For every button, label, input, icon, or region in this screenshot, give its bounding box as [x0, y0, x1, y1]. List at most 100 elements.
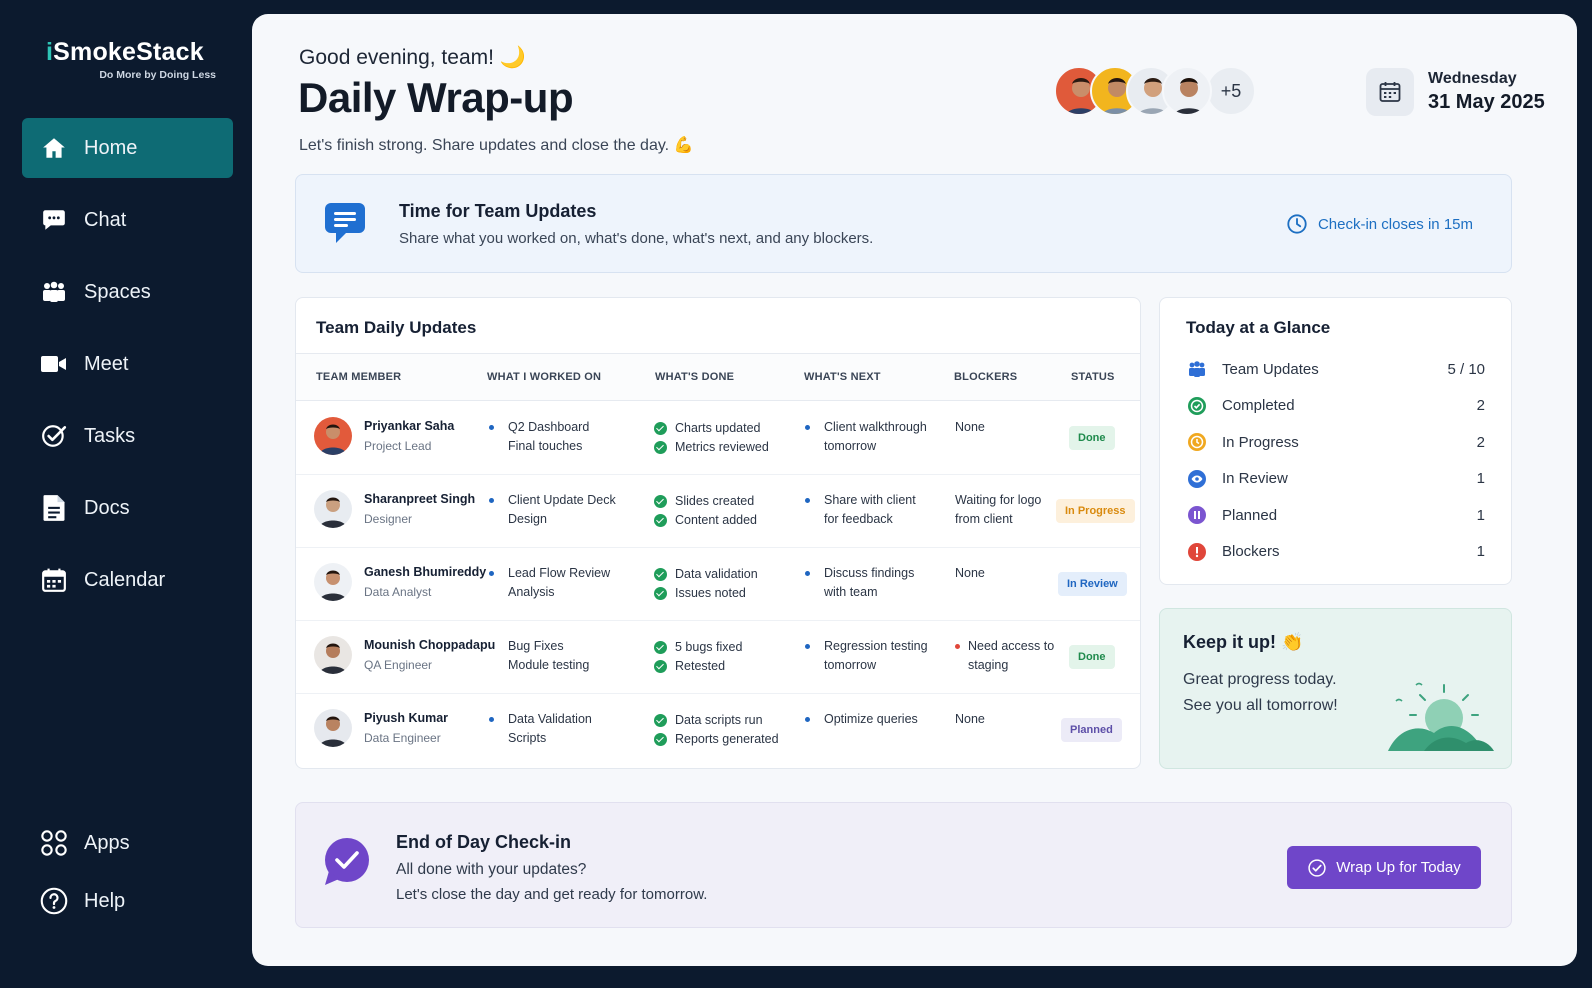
- cell-text: Analysis: [508, 585, 555, 599]
- sidebar-item-chat[interactable]: Chat: [22, 190, 233, 250]
- cell-text: None: [955, 566, 985, 580]
- blocker-dot: [955, 644, 960, 649]
- cell-text: Waiting for logo: [955, 493, 1042, 507]
- check-icon: [654, 422, 667, 435]
- date-value: 31 May 2025: [1428, 91, 1545, 113]
- cell-line: Design: [489, 510, 616, 529]
- cell-text: None: [955, 420, 985, 434]
- glance-value: 1: [1476, 470, 1485, 487]
- card-title: Keep it up! 👏: [1183, 632, 1304, 652]
- cell-line: Charts updated: [654, 419, 769, 438]
- table-row[interactable]: Sharanpreet Singh Designer Client Update…: [296, 475, 1140, 548]
- cell-line: Final touches: [489, 437, 589, 456]
- next-cell: Client walkthrough tomorrow: [805, 418, 927, 456]
- glance-item[interactable]: Completed 2: [1187, 395, 1485, 417]
- more-members-count[interactable]: +5: [1206, 66, 1256, 116]
- eye-icon: [1187, 469, 1207, 489]
- cell-line: Bug Fixes: [489, 637, 589, 656]
- message-icon: [322, 199, 370, 252]
- brand-name: iSmokeStack: [46, 38, 204, 66]
- cell-text: Content added: [675, 513, 758, 527]
- cell-text: None: [955, 712, 985, 726]
- keep-it-up-card: Keep it up! 👏 Great progress today. See …: [1159, 608, 1512, 769]
- next-cell: Regression testing tomorrow: [805, 637, 928, 675]
- cell-text: for feedback: [824, 512, 893, 526]
- member-name: Priyankar Saha: [364, 419, 455, 433]
- checkin-deadline: Check-in closes in 15m: [1286, 213, 1473, 235]
- end-of-day-checkin: End of Day Check-in All done with your u…: [295, 802, 1512, 928]
- main-panel: Good evening, team! 🌙 Daily Wrap-up Let'…: [252, 14, 1577, 966]
- bullet-dot: [489, 571, 494, 576]
- glance-item[interactable]: Blockers 1: [1187, 541, 1485, 563]
- bullet-dot: [805, 644, 810, 649]
- sidebar-item-help[interactable]: Help: [22, 876, 233, 926]
- glance-value: 2: [1476, 433, 1485, 451]
- sidebar-item-label: Help: [84, 889, 126, 912]
- cell-line: Data Validation: [489, 710, 592, 729]
- date-weekday: Wednesday: [1428, 70, 1517, 87]
- sidebar-item-meet[interactable]: Meet: [22, 334, 233, 394]
- table-row[interactable]: Mounish Choppadapu QA Engineer Bug Fixes…: [296, 621, 1140, 694]
- cell-text: Data Validation: [508, 712, 592, 726]
- table-header: TEAM MEMBER WHAT I WORKED ON WHAT'S DONE…: [296, 353, 1140, 401]
- cell-text: Module testing: [508, 658, 590, 672]
- greeting: Good evening, team! 🌙: [299, 46, 526, 69]
- glance-label: Blockers: [1222, 543, 1280, 560]
- cell-line: Data scripts run: [654, 711, 779, 730]
- cell-text: 5 bugs fixed: [675, 640, 743, 654]
- wrap-up-button[interactable]: Wrap Up for Today: [1287, 846, 1481, 889]
- column-header: WHAT'S NEXT: [804, 371, 881, 383]
- bullet-dot: [805, 425, 810, 430]
- column-header: STATUS: [1071, 371, 1115, 383]
- worked-on-cell: Bug Fixes Module testing: [489, 637, 589, 675]
- sidebar-item-home[interactable]: Home: [22, 118, 233, 178]
- card-title: Today at a Glance: [1186, 318, 1331, 337]
- sidebar-item-calendar[interactable]: Calendar: [22, 550, 233, 610]
- glance-item[interactable]: Planned 1: [1187, 504, 1485, 526]
- glance-value: 2: [1476, 397, 1485, 414]
- sidebar-item-spaces[interactable]: Spaces: [22, 262, 233, 322]
- cell-line: Q2 Dashboard: [489, 418, 589, 437]
- table-row[interactable]: Ganesh Bhumireddy Data Analyst Lead Flow…: [296, 548, 1140, 621]
- apps-grid-icon: [40, 829, 68, 857]
- cell-text: Need access to: [968, 639, 1055, 653]
- glance-item[interactable]: In Progress 2: [1187, 431, 1485, 453]
- cell-line: tomorrow: [805, 437, 927, 456]
- member-role: Designer: [364, 512, 413, 526]
- worked-on-cell: Lead Flow Review Analysis: [489, 564, 610, 602]
- check-icon: [654, 568, 667, 581]
- cell-line: None: [955, 710, 1055, 729]
- page-title: Daily Wrap-up: [298, 74, 574, 121]
- glance-label: Team Updates: [1222, 360, 1319, 378]
- done-cell: Data scripts run Reports generated: [654, 711, 779, 749]
- cell-text: Reports generated: [675, 732, 779, 746]
- glance-item[interactable]: In Review 1: [1187, 468, 1485, 490]
- bullet-dot: [489, 425, 494, 430]
- team-member-cell: Ganesh Bhumireddy Data Analyst: [314, 563, 486, 602]
- clock-icon: [1187, 432, 1207, 452]
- cell-text: Data validation: [675, 567, 758, 581]
- cell-text: Share with client: [824, 493, 916, 507]
- cell-text: Client walkthrough: [824, 420, 927, 434]
- table-row[interactable]: Priyankar Saha Project Lead Q2 Dashboard…: [296, 402, 1140, 475]
- brand-logo[interactable]: iSmokeStack Do More by Doing Less: [46, 38, 216, 81]
- team-avatars[interactable]: +5: [1054, 66, 1256, 118]
- help-icon: [40, 887, 68, 915]
- check-icon: [654, 660, 667, 673]
- status-badge: In Progress: [1056, 499, 1135, 523]
- sidebar-item-apps[interactable]: Apps: [22, 818, 233, 868]
- check-icon: [654, 441, 667, 454]
- cell-line: Waiting for logo: [955, 491, 1055, 510]
- glance-value: 5 / 10: [1447, 360, 1485, 378]
- document-icon: [40, 494, 68, 522]
- glance-item[interactable]: Team Updates 5 / 10: [1187, 358, 1485, 380]
- team-updates-banner: Time for Team Updates Share what you wor…: [295, 174, 1512, 273]
- sidebar-item-docs[interactable]: Docs: [22, 478, 233, 538]
- cell-text: tomorrow: [824, 439, 877, 453]
- table-row[interactable]: Piyush Kumar Data Engineer Data Validati…: [296, 694, 1140, 767]
- bullet-dot: [805, 498, 810, 503]
- done-cell: 5 bugs fixed Retested: [654, 638, 742, 676]
- checkin-title: End of Day Check-in: [396, 832, 572, 852]
- cell-text: Bug Fixes: [508, 639, 564, 653]
- sidebar-item-tasks[interactable]: Tasks: [22, 406, 233, 466]
